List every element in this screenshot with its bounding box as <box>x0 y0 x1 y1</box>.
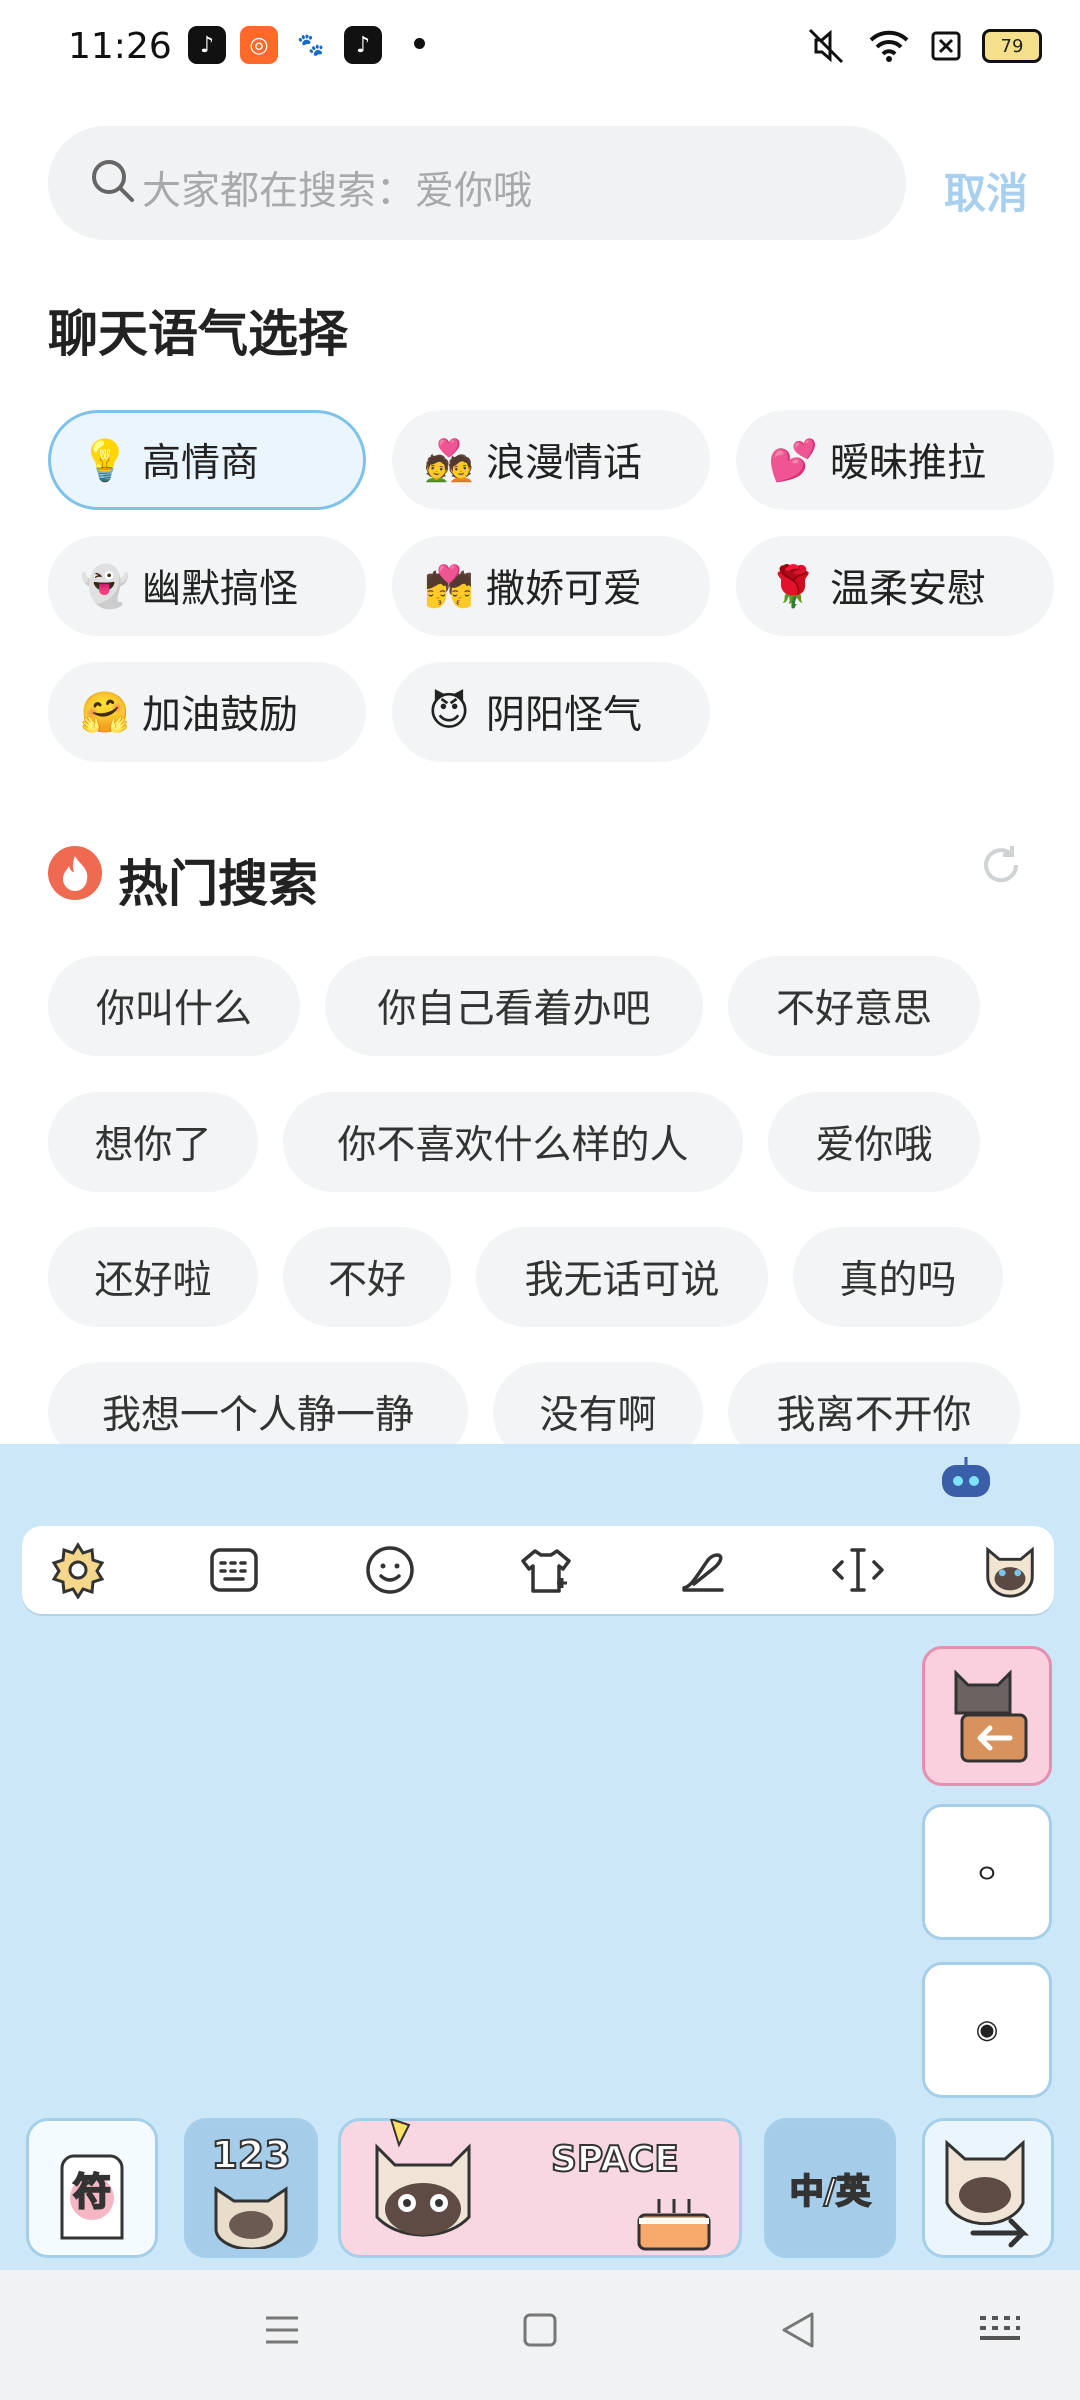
tone-chip-encourage[interactable]: 🤗 加油鼓励 <box>48 662 366 762</box>
handwriting-icon[interactable] <box>672 1540 732 1600</box>
devil-icon: 😈 <box>428 689 470 735</box>
fire-icon <box>48 846 102 900</box>
notification-dot <box>414 38 425 49</box>
number-key-label: 123 <box>210 2132 291 2178</box>
search-icon <box>92 160 134 202</box>
tiktok-icon: ♪ <box>344 26 382 64</box>
tone-chip-humor[interactable]: 👻 幽默搞怪 <box>48 536 366 636</box>
tone-section-title: 聊天语气选择 <box>48 305 348 363</box>
home-icon[interactable] <box>520 2310 560 2350</box>
kuaishou-icon: ◎ <box>240 26 278 64</box>
cat-theme-icon[interactable] <box>980 1540 1040 1600</box>
cat-backspace-icon <box>954 1669 1028 1763</box>
tone-chip-flirty[interactable]: 💕 暧昧推拉 <box>736 410 1054 510</box>
cat-enter-icon <box>945 2139 1030 2248</box>
keyboard-layout-icon[interactable] <box>204 1540 264 1600</box>
tone-chip-gentle[interactable]: 🌹 温柔安慰 <box>736 536 1054 636</box>
search-placeholder: 大家都在搜索：爱你哦 <box>142 169 533 214</box>
skin-icon[interactable] <box>516 1540 576 1600</box>
enter-key[interactable] <box>922 2118 1054 2258</box>
hot-search-item[interactable]: 不好 <box>283 1227 451 1327</box>
tone-chip-sarcastic[interactable]: 😈 阴阳怪气 <box>392 662 710 762</box>
language-switch-key[interactable]: 中/英 <box>764 2118 896 2258</box>
cursor-icon[interactable] <box>828 1540 888 1600</box>
ghost-icon: 👻 <box>80 563 130 610</box>
number-key[interactable]: 123 <box>184 2118 318 2258</box>
hot-search-item[interactable]: 你叫什么 <box>48 956 300 1056</box>
menu-icon[interactable] <box>262 2310 302 2350</box>
hot-search-item[interactable]: 想你了 <box>48 1092 258 1192</box>
hot-section-title: 热门搜索 <box>118 855 318 913</box>
system-nav-bar <box>0 2270 1080 2400</box>
tone-chip-romantic[interactable]: 💑 浪漫情话 <box>392 410 710 510</box>
status-bar: 11:26 ♪ ◎ 🐾 ♪ 79 <box>0 0 1080 95</box>
baidu-icon: 🐾 <box>292 26 330 64</box>
cancel-button[interactable]: 取消 <box>944 160 1028 221</box>
language-switch-label: 中/英 <box>789 2171 871 2213</box>
side-key-1[interactable]: ㅇ <box>922 1804 1052 1940</box>
tone-chip-cute[interactable]: 💏 撒娇可爱 <box>392 536 710 636</box>
keyboard-toolbar <box>22 1526 1054 1614</box>
cat-face-icon <box>214 2186 288 2249</box>
couple-icon: 💑 <box>424 437 474 484</box>
side-key-2[interactable]: ◉ <box>922 1962 1052 2098</box>
battery-icon: 79 <box>982 29 1042 63</box>
hug-icon: 🤗 <box>80 689 130 736</box>
symbol-key[interactable]: 符 <box>26 2118 158 2258</box>
rose-icon: 🌹 <box>768 563 818 610</box>
mute-icon <box>808 28 844 64</box>
hot-search-item[interactable]: 爱你哦 <box>768 1092 980 1192</box>
hot-search-item[interactable]: 我无话可说 <box>476 1227 768 1327</box>
refresh-icon[interactable] <box>978 842 1024 888</box>
search-input[interactable]: 大家都在搜索：爱你哦 <box>48 126 906 240</box>
douyin-icon: ♪ <box>188 26 226 64</box>
lightbulb-icon: 💡 <box>80 437 130 484</box>
cat-mascot-icon <box>375 2119 471 2237</box>
tone-chip-high-eq[interactable]: 💡 高情商 <box>48 410 366 510</box>
hot-search-item[interactable]: 还好啦 <box>48 1227 258 1327</box>
back-icon[interactable] <box>778 2310 818 2350</box>
hot-search-item[interactable]: 你不喜欢什么样的人 <box>283 1092 743 1192</box>
space-key-label: SPACE <box>550 2138 680 2181</box>
hot-search-item[interactable]: 不好意思 <box>728 956 980 1056</box>
status-time: 11:26 <box>68 26 172 67</box>
hot-search-item[interactable]: 真的吗 <box>793 1227 1003 1327</box>
wifi-icon <box>869 30 909 62</box>
cake-icon <box>637 2199 711 2251</box>
backspace-key[interactable] <box>922 1646 1052 1786</box>
space-key[interactable]: SPACE <box>338 2118 742 2258</box>
symbol-key-label: 符 <box>72 2169 112 2215</box>
two-hearts-icon: 💕 <box>768 437 818 484</box>
hide-keyboard-icon[interactable] <box>976 2310 1024 2350</box>
robot-icon[interactable] <box>936 1453 996 1503</box>
sim-icon <box>931 31 961 61</box>
emoji-icon[interactable] <box>360 1540 420 1600</box>
settings-icon[interactable] <box>48 1540 108 1600</box>
hot-search-item[interactable]: 你自己看着办吧 <box>325 956 703 1056</box>
kiss-icon: 💏 <box>424 563 474 610</box>
